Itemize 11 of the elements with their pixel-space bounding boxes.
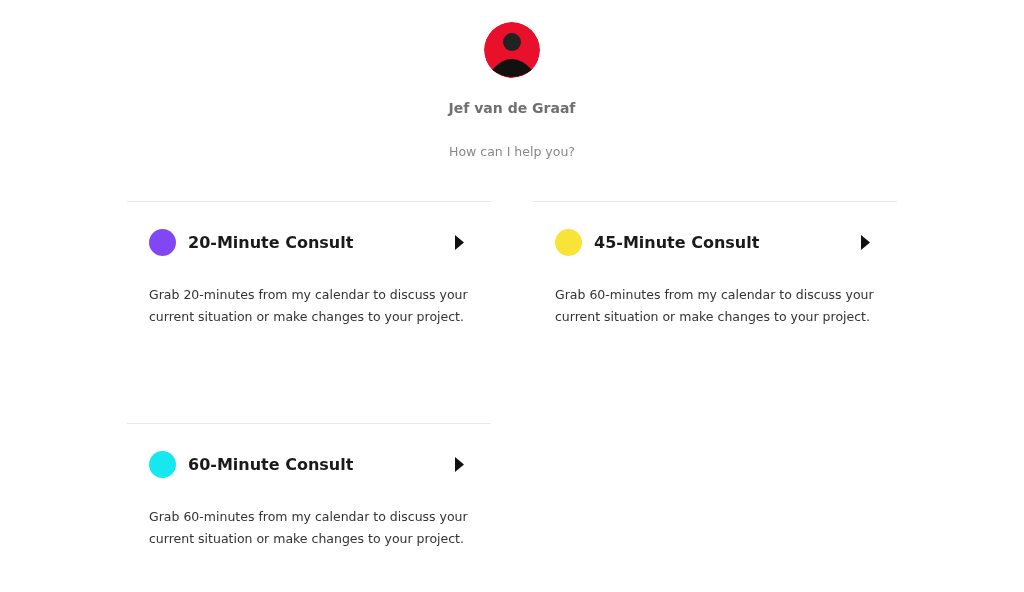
event-title: 45-Minute Consult — [594, 233, 761, 252]
event-card[interactable]: 20-Minute Consult Grab 20-minutes from my calendar to discuss your current situation or make changes to your project. — [127, 201, 491, 423]
event-card[interactable]: 60-Minute Consult Grab 60-minutes from my calendar to discuss your current situation or make changes to your project. — [127, 423, 491, 592]
profile-name: Jef van de Graaf — [448, 100, 576, 116]
prompt-text: How can I help you? — [449, 144, 575, 159]
event-card[interactable]: 45-Minute Consult Grab 60-minutes from my calendar to discuss your current situation or make changes to your project. — [533, 201, 897, 423]
event-description: Grab 60-minutes from my calendar to discuss your current situation or make changes to your project. — [555, 286, 875, 326]
event-title: 60-Minute Consult — [188, 455, 355, 474]
event-description: Grab 60-minutes from my calendar to discuss your current situation or make changes to your project. — [149, 508, 469, 548]
event-description: Grab 20-minutes from my calendar to discuss your current situation or make changes to your project. — [149, 286, 469, 326]
event-title: 20-Minute Consult — [188, 233, 355, 252]
